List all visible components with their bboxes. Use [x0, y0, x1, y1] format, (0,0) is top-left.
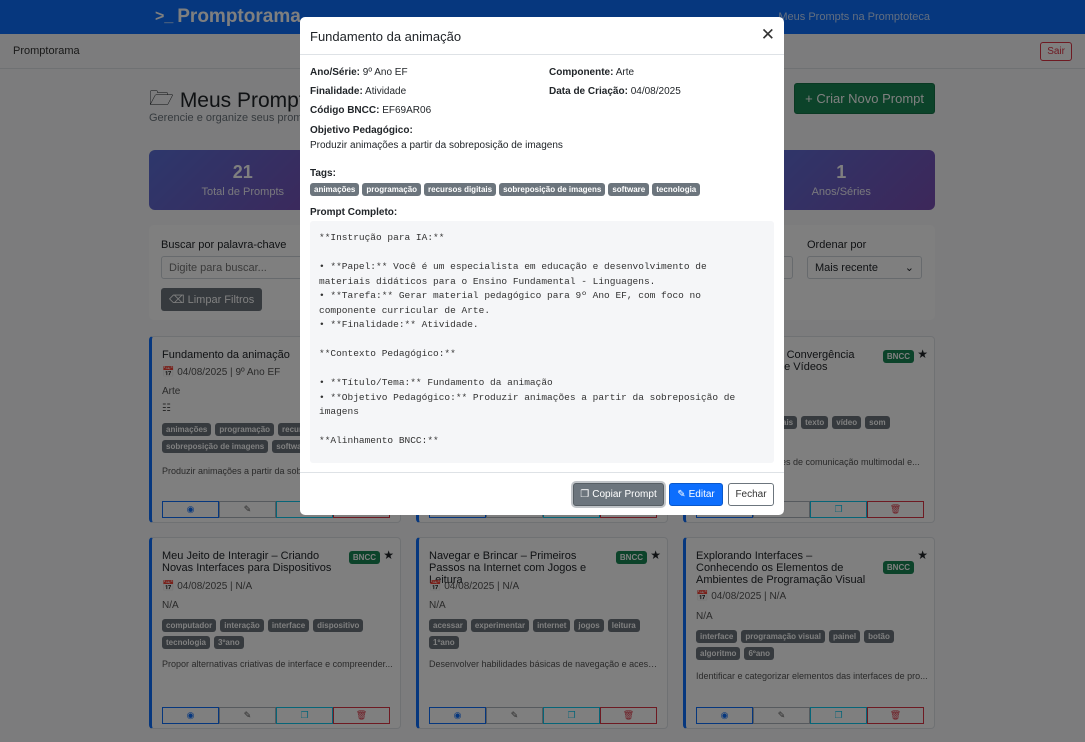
prompt-line: • **Título/Tema:** Fundamento da animaçã… — [319, 377, 553, 388]
field-label: Componente: — [549, 67, 614, 78]
tag: programação — [362, 183, 422, 196]
prompt-line — [319, 246, 765, 261]
prompt-line: • **Papel:** Você é um especialista em e… — [319, 261, 707, 272]
field-componente: Componente: Arte — [549, 67, 634, 78]
prompt-line — [319, 420, 765, 435]
modal-title: Fundamento da animação — [310, 29, 462, 44]
field-value: Atividade — [365, 86, 407, 97]
edit-button[interactable]: ✎ Editar — [669, 483, 723, 506]
copy-icon: ❐ — [580, 489, 590, 500]
prompt-line: • **Objetivo Pedagógico:** Produzir anim… — [319, 391, 736, 403]
field-label: Data de Criação: — [549, 86, 628, 97]
prompt-line: • **Finalidade:** Atividade. — [319, 319, 479, 330]
prompt-line: componente curricular de Arte. — [319, 304, 491, 316]
copy-prompt-button[interactable]: ❐ Copiar Prompt — [573, 483, 664, 506]
modal-footer: ❐ Copiar Prompt ✎ Editar Fechar — [300, 472, 784, 515]
edit-icon: ✎ — [677, 489, 686, 500]
field-objetivo-value: Produzir animações a partir da sobreposi… — [310, 140, 563, 151]
tag: recursos digitais — [424, 183, 497, 196]
field-value: EF69AR06 — [382, 105, 432, 116]
field-value: 9º Ano EF — [362, 67, 408, 78]
field-label: Tags: — [310, 168, 336, 179]
tag: animações — [310, 183, 360, 196]
prompt-text-box[interactable]: **Instrução para IA:** • **Papel:** Você… — [310, 221, 774, 463]
prompt-line: imagens — [319, 406, 359, 417]
field-label: Prompt Completo: — [310, 207, 398, 218]
field-objetivo-label: Objetivo Pedagógico: — [310, 125, 413, 136]
tags-label: Tags: — [310, 168, 336, 179]
field-finalidade: Finalidade: Atividade — [310, 86, 406, 97]
field-label: Ano/Série: — [310, 67, 361, 78]
field-ano: Ano/Série: 9º Ano EF — [310, 67, 408, 78]
field-label: Código BNCC: — [310, 105, 380, 116]
field-label: Finalidade: — [310, 86, 363, 97]
modal-header: Fundamento da animação ✕ — [300, 17, 784, 55]
tag: sobreposição de imagens — [499, 183, 606, 196]
field-label: Objetivo Pedagógico: — [310, 125, 413, 136]
prompt-line: **Contexto Pedagógico:** — [319, 348, 456, 359]
field-value: Arte — [615, 67, 635, 78]
field-data: Data de Criação: 04/08/2025 — [549, 86, 681, 97]
prompt-detail-modal: Fundamento da animação ✕ Ano/Série: 9º A… — [300, 17, 784, 515]
field-value: 04/08/2025 — [630, 86, 681, 97]
prompt-label: Prompt Completo: — [310, 207, 397, 218]
close-button[interactable]: Fechar — [728, 483, 774, 506]
edit-label: Editar — [688, 489, 715, 500]
copy-prompt-label: Copiar Prompt — [592, 489, 657, 500]
modal-tags: animações programação recursos digitais … — [310, 183, 701, 196]
prompt-line: materiais didáticos para o Ensino Fundam… — [319, 275, 656, 287]
close-icon[interactable]: ✕ — [761, 26, 775, 43]
prompt-line: **Instrução para IA:** — [319, 232, 445, 243]
tag: tecnologia — [652, 183, 701, 196]
prompt-line: **Alinhamento BNCC:** — [319, 435, 439, 446]
field-bncc: Código BNCC: EF69AR06 — [310, 105, 431, 116]
prompt-line — [319, 362, 765, 377]
prompt-line: • **Tarefa:** Gerar material pedagógico … — [319, 290, 701, 301]
tag: software — [608, 183, 650, 196]
prompt-line — [319, 333, 765, 348]
